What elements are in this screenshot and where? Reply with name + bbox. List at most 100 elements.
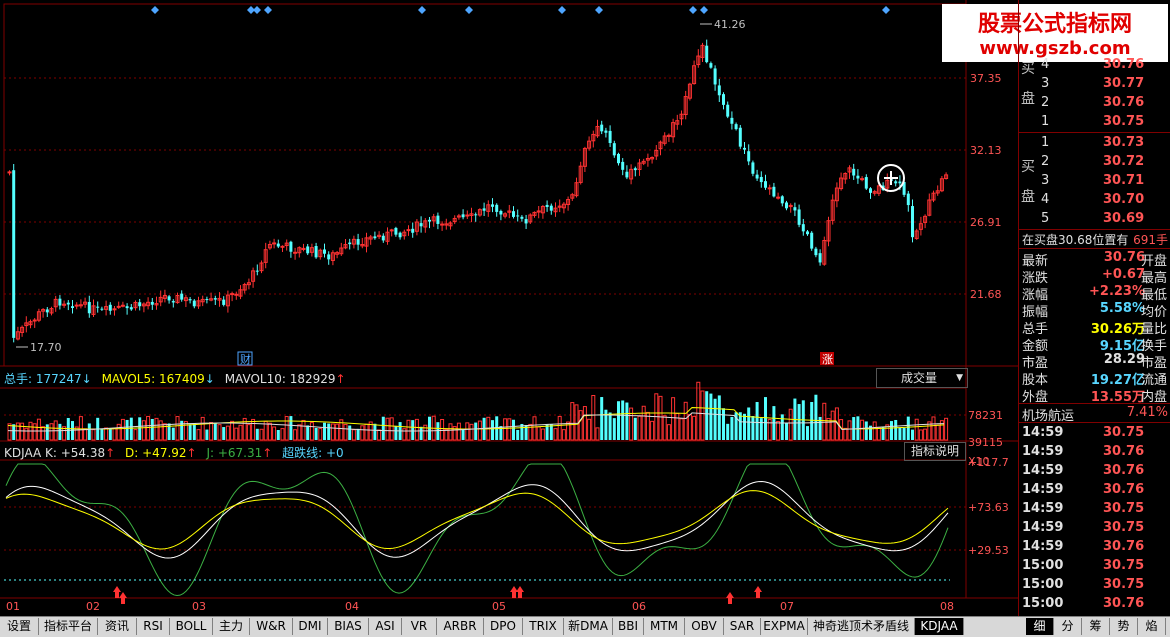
volume-bar — [440, 418, 445, 441]
level-number: 1 — [1041, 135, 1050, 150]
kdj-line — [5, 463, 949, 597]
volume-bar — [780, 414, 784, 440]
volume-bar — [764, 397, 767, 440]
volume-bar — [192, 423, 196, 440]
volume-bar — [902, 427, 906, 440]
tick-row: 15:00 30.75 — [1019, 576, 1170, 595]
candle-body — [726, 104, 730, 117]
tab-4[interactable]: BOLL — [170, 618, 213, 635]
indicator-help-button[interactable]: 指标说明 — [904, 442, 966, 461]
volume-bar — [402, 428, 407, 441]
tab-6[interactable]: W&R — [250, 618, 293, 635]
tab-0[interactable]: 设置 — [0, 618, 39, 635]
volume-bar — [847, 420, 852, 441]
volume-bar — [747, 407, 751, 440]
tab-5[interactable]: 主力 — [213, 618, 250, 635]
volume-bar — [759, 418, 763, 440]
quote-value: 28.29 — [1103, 352, 1145, 367]
candle-body — [356, 239, 360, 245]
level-number: 4 — [1041, 57, 1050, 72]
tab-10[interactable]: VR — [402, 618, 437, 635]
volume-bar — [872, 421, 877, 441]
tab-18[interactable]: SAR — [724, 618, 761, 635]
tab-11[interactable]: ARBR — [437, 618, 484, 635]
volume-tick: 78231 — [968, 409, 1003, 422]
tab-19[interactable]: EXPMA — [761, 618, 808, 635]
volume-bar — [309, 422, 314, 441]
tick-price: 30.76 — [1103, 444, 1145, 459]
volume-bar — [267, 422, 272, 441]
kdj-legend: KDJAA K: +54.38↑ D: +47.92↑ J: +67.31↑ 超… — [4, 446, 344, 460]
tick-price: 30.75 — [1103, 501, 1145, 516]
volume-ma10-label: MAVOL10: 182929 — [224, 372, 336, 386]
tab-14[interactable]: 新DMA — [564, 618, 613, 635]
volume-bar — [323, 422, 326, 440]
volume-bar — [549, 424, 553, 440]
volume-bar — [280, 428, 285, 441]
tick-price: 30.76 — [1103, 596, 1145, 611]
volume-bar — [78, 416, 83, 441]
x-axis-label: 07 — [780, 600, 794, 613]
right-tab-4[interactable]: 焰 — [1138, 618, 1166, 635]
candle-body — [58, 298, 62, 306]
volume-bar — [335, 423, 340, 441]
candle-body — [213, 298, 217, 300]
candle-body — [327, 254, 331, 260]
tick-time: 14:59 — [1022, 501, 1064, 516]
volume-bar — [709, 393, 713, 440]
tick-row: 14:59 30.76 — [1019, 538, 1170, 557]
price-tick: 37.35 — [970, 72, 1002, 85]
volume-bar — [301, 419, 306, 441]
volume-total-label: 总手: 177247 — [4, 372, 82, 386]
volume-bar — [314, 427, 318, 440]
tab-15[interactable]: BBI — [613, 618, 644, 635]
sell-level-row: 4 30.76 — [1019, 56, 1170, 75]
candle-body — [71, 306, 74, 308]
candle-body — [419, 223, 423, 227]
tab-20[interactable]: 神奇逃顶术矛盾线 — [808, 618, 915, 635]
volume-indicator-dropdown[interactable]: 成交量 ▼ — [876, 368, 968, 388]
tab-13[interactable]: TRIX — [523, 618, 564, 635]
right-tab-2[interactable]: 筹 — [1082, 618, 1110, 635]
tick-price: 30.75 — [1103, 520, 1145, 535]
volume-bar — [561, 429, 566, 441]
x-axis-label: 04 — [345, 600, 359, 613]
tick-price: 30.76 — [1103, 482, 1145, 497]
volume-bar — [864, 421, 868, 440]
tab-9[interactable]: ASI — [369, 618, 402, 635]
candle-body — [869, 188, 872, 193]
volume-bar — [469, 423, 474, 441]
volume-bar — [730, 416, 734, 440]
volume-bar — [364, 423, 369, 441]
tick-time: 14:59 — [1022, 520, 1064, 535]
volume-bar — [600, 397, 604, 440]
candle-body — [491, 204, 494, 207]
candle-body — [255, 270, 259, 272]
limit-up-event-label: 涨 — [822, 353, 833, 366]
right-tab-3[interactable]: 势 — [1110, 618, 1138, 635]
stock-chart[interactable]: 41.26 17.70 37.35 32.13 26.91 21.68 财 涨 … — [0, 0, 1018, 616]
sector-pct: 7.41% — [1126, 405, 1168, 420]
quote-panel: 买 盘 4 30.76 3 30.77 2 30.76 1 30.75 买 盘 1 30.73 2… — [1018, 0, 1170, 616]
tab-21[interactable]: KDJAA — [915, 618, 964, 635]
tab-3[interactable]: RSI — [137, 618, 170, 635]
tab-8[interactable]: BIAS — [328, 618, 369, 635]
volume-bar — [726, 423, 730, 440]
volume-bar — [120, 418, 125, 441]
tab-7[interactable]: DMI — [293, 618, 328, 635]
right-tab-0[interactable]: 细 — [1026, 618, 1054, 635]
sector-row[interactable]: 机场航运 7.41% — [1019, 404, 1170, 424]
tab-2[interactable]: 资讯 — [98, 618, 137, 635]
candle-body — [772, 186, 776, 197]
tick-time: 14:59 — [1022, 425, 1064, 440]
tab-16[interactable]: MTM — [644, 618, 685, 635]
candle-body — [108, 304, 112, 311]
volume-bar — [91, 429, 96, 441]
tab-12[interactable]: DPO — [484, 618, 523, 635]
tab-17[interactable]: OBV — [685, 618, 724, 635]
volume-bar — [666, 424, 671, 441]
tab-1[interactable]: 指标平台 — [39, 618, 98, 635]
candle-body — [171, 301, 175, 303]
right-tab-1[interactable]: 分 — [1054, 618, 1082, 635]
tick-row: 14:59 30.76 — [1019, 443, 1170, 462]
